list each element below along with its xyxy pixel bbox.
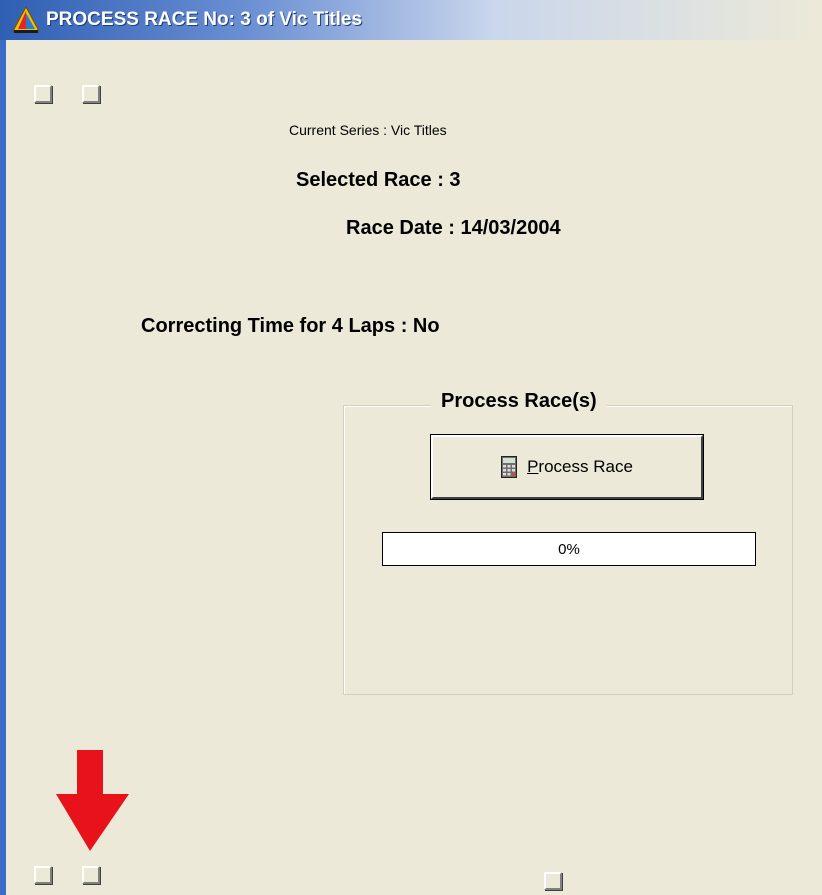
current-series-label: Current Series : Vic Titles bbox=[289, 122, 447, 138]
client-area: Current Series : Vic Titles Selected Rac… bbox=[6, 40, 822, 895]
progress-text: 0% bbox=[558, 540, 580, 558]
process-race-label-rest: rocess Race bbox=[538, 457, 633, 476]
race-date-label: Race Date : 14/03/2004 bbox=[346, 217, 561, 239]
groupbox-title: Process Race(s) bbox=[431, 390, 607, 413]
process-race-button-label: Process Race bbox=[527, 457, 633, 477]
process-race-mnemonic: P bbox=[527, 457, 539, 476]
title-bar[interactable]: PROCESS RACE No: 3 of Vic Titles bbox=[0, 0, 822, 40]
tiny-button-bottom-1[interactable] bbox=[34, 866, 52, 884]
tiny-button-top-2[interactable] bbox=[82, 85, 100, 103]
tiny-button-bottom-2[interactable] bbox=[82, 866, 100, 884]
tiny-button-bottom-3[interactable] bbox=[544, 872, 562, 890]
red-down-arrow-icon bbox=[56, 750, 129, 851]
progress-bar: 0% bbox=[382, 532, 756, 566]
tiny-button-top-1[interactable] bbox=[34, 85, 52, 103]
correcting-time-label: Correcting Time for 4 Laps : No bbox=[141, 315, 440, 337]
window-title: PROCESS RACE No: 3 of Vic Titles bbox=[46, 9, 363, 30]
process-race-button[interactable]: Process Race bbox=[430, 434, 704, 500]
process-race-window: PROCESS RACE No: 3 of Vic Titles Current… bbox=[0, 0, 822, 895]
selected-race-label: Selected Race : 3 bbox=[296, 169, 461, 191]
calculator-icon bbox=[501, 456, 518, 478]
sail-icon bbox=[8, 2, 44, 38]
